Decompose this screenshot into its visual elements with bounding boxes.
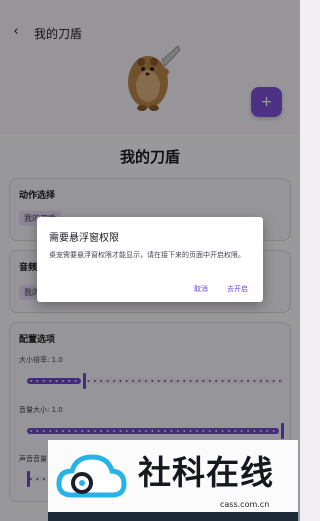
dialog-title: 需要悬浮窗权限 — [49, 233, 119, 244]
open-permission-button[interactable]: 去开启 — [227, 284, 248, 294]
watermark-text: 社科在线 — [138, 453, 274, 492]
cloud-logo-icon — [56, 454, 127, 498]
dialog-message: 桌宠需要悬浮窗权限才能显示，请在接下来的页面中开启权限。 — [49, 251, 245, 259]
cancel-button[interactable]: 取消 — [194, 284, 208, 294]
watermark-url: cass.com.cn — [220, 500, 270, 509]
watermark-bar — [48, 512, 298, 521]
overlay-permission-dialog: 需要悬浮窗权限 桌宠需要悬浮窗权限才能显示，请在接下来的页面中开启权限。 取消 … — [37, 217, 263, 302]
watermark: 社科在线 cass.com.cn — [48, 440, 298, 521]
